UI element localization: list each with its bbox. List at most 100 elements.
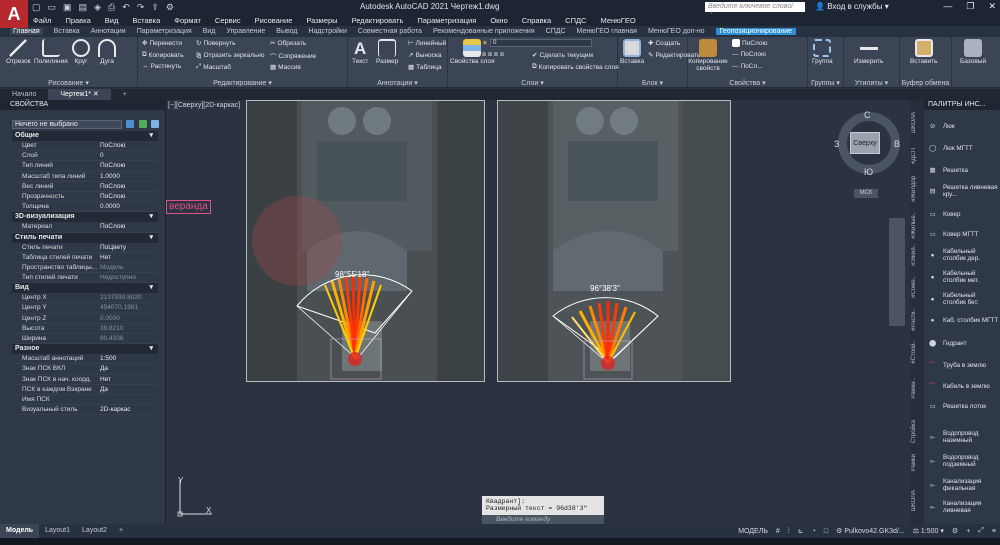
add-layout-button[interactable]: +: [113, 524, 129, 538]
close-icon[interactable]: ✕: [988, 1, 996, 12]
compass-east[interactable]: В: [894, 139, 900, 149]
tab-view[interactable]: Вид: [203, 28, 216, 35]
property-value[interactable]: Да: [100, 385, 158, 394]
menu-item[interactable]: Редактировать: [352, 16, 404, 25]
insert-block-button[interactable]: Вставка: [620, 39, 644, 65]
palette-tool-item[interactable]: ⟜ Водопровод подземный: [926, 454, 1000, 468]
tab-output[interactable]: Вывод: [276, 28, 297, 35]
aerial-photo-right[interactable]: 96°38'3": [497, 100, 731, 382]
compass-south[interactable]: Ю: [864, 167, 873, 177]
property-value[interactable]: 2D-каркас: [100, 405, 158, 414]
vtab-item[interactable]: ШКОЛА: [911, 490, 923, 511]
rotate-button[interactable]: ↻ Повернуть: [196, 39, 236, 48]
menu-item[interactable]: Вид: [105, 16, 119, 25]
autocad-logo[interactable]: A: [0, 0, 28, 28]
collapse-icon[interactable]: ▾: [149, 283, 153, 293]
measure-button[interactable]: Измерить: [854, 39, 883, 65]
palette-tool-item[interactable]: ⊘ Люк: [926, 120, 955, 133]
menu-icon[interactable]: ≡: [992, 528, 996, 535]
tab-menugeo-extra[interactable]: МенюГЕО доп-но: [648, 28, 705, 35]
share-icon[interactable]: ⇪: [151, 2, 159, 13]
save-as-icon[interactable]: ▤: [79, 2, 88, 13]
quick-select-icon[interactable]: [126, 120, 134, 128]
tab-menugeo-main[interactable]: МенюГЕО главная: [577, 28, 637, 35]
annotation-scale[interactable]: ⚖ 1:500 ▾: [913, 527, 944, 535]
palette-tool-item[interactable]: ▤ Решетка ливневая кру...: [926, 184, 1000, 198]
grid-icon[interactable]: #: [776, 528, 780, 535]
open-icon[interactable]: ▭: [48, 2, 57, 13]
property-row[interactable]: Тип линий ПоСлою: [12, 161, 158, 172]
property-row[interactable]: Визуальный стиль 2D-каркас: [12, 405, 158, 416]
property-section-header[interactable]: Стиль печати ▾: [12, 232, 158, 243]
selection-dropdown[interactable]: Ничего не выбрано: [12, 120, 122, 129]
fillet-button[interactable]: ⌒ Сопряжение: [270, 51, 316, 62]
pickadd-icon[interactable]: [151, 120, 159, 128]
menu-item[interactable]: Размеры: [306, 16, 337, 25]
close-tab-icon[interactable]: ✕: [93, 91, 99, 98]
veranda-label[interactable]: веранда: [166, 200, 211, 214]
palette-tool-item[interactable]: ⟜ Канализация ливневая: [926, 500, 1000, 514]
property-row[interactable]: Ширина 90.4336: [12, 334, 158, 345]
array-button[interactable]: ▦ Массив: [270, 63, 301, 72]
vtab-item[interactable]: #Эжил..: [911, 244, 923, 266]
menu-item[interactable]: Справка: [522, 16, 551, 25]
property-row[interactable]: Знак ПСК ВКЛ Да: [12, 364, 158, 375]
arc-button[interactable]: Дуга: [98, 39, 116, 65]
property-value[interactable]: ПоСлою: [100, 222, 158, 231]
layer-dropdown[interactable]: ☀ 0: [482, 39, 592, 47]
tab-home[interactable]: Главная: [10, 28, 43, 35]
vtab-item[interactable]: #ДСП: [911, 148, 923, 164]
maximize-icon[interactable]: ❐: [966, 1, 974, 12]
property-row[interactable]: Слой 0: [12, 151, 158, 162]
property-row[interactable]: Имя ПСК: [12, 395, 158, 406]
tab-layout2[interactable]: Layout2: [76, 524, 113, 538]
property-row[interactable]: Стиль печати ПоЦвету: [12, 243, 158, 253]
property-value[interactable]: ПоЦвету: [100, 243, 158, 252]
viewcube[interactable]: Сверху: [850, 132, 880, 154]
palette-tool-item[interactable]: ▭ Решетка лоток: [926, 400, 986, 413]
create-block-button[interactable]: ✚ Создать: [648, 39, 680, 48]
property-row[interactable]: Масштаб типа линий 1.0000: [12, 172, 158, 182]
property-section-header[interactable]: Разное ▾: [12, 344, 158, 355]
vtab-item[interactable]: #Соме..: [911, 276, 923, 298]
stretch-button[interactable]: ⇔ Растянуть: [142, 63, 181, 70]
property-value[interactable]: 454070.1981: [100, 303, 158, 312]
property-value[interactable]: Нет: [100, 375, 158, 384]
collapse-icon[interactable]: ▾: [149, 344, 153, 354]
palette-tool-item[interactable]: ◯ Люк МГТТ: [926, 142, 973, 155]
text-button[interactable]: A Текст: [352, 39, 368, 65]
fullscreen-icon[interactable]: ⤢: [978, 527, 984, 535]
collapse-icon[interactable]: ▾: [149, 212, 153, 222]
linetype-dropdown[interactable]: — ПоСлою: [732, 51, 766, 58]
collapse-icon[interactable]: ▾: [149, 131, 153, 141]
mirror-button[interactable]: ⧎ Отразить зеркально: [196, 51, 265, 60]
property-value[interactable]: Нет: [100, 253, 158, 262]
linear-dim-button[interactable]: ⊢ Линейный: [408, 39, 446, 48]
vtab-item[interactable]: ШКОЛА: [911, 112, 923, 133]
command-input[interactable]: Введите команду: [482, 515, 604, 524]
select-objects-icon[interactable]: [139, 120, 147, 128]
vtab-item[interactable]: Рамки: [911, 454, 923, 471]
property-row[interactable]: Тип стилей печати Недоступно: [12, 273, 158, 284]
property-value[interactable]: ПоСлою: [100, 141, 158, 150]
palette-tool-item[interactable]: ⟜ Водопровод наземный: [926, 430, 1000, 444]
tab-annotate[interactable]: Аннотации: [91, 28, 126, 35]
copy-button[interactable]: ⧉ Копировать: [142, 51, 184, 59]
vtab-item[interactable]: #Расти..: [911, 308, 923, 331]
settings-icon[interactable]: ⚙: [952, 527, 958, 535]
property-value[interactable]: 2137930.8020: [100, 293, 158, 302]
palette-tool-item[interactable]: ⟜ Канализация фекальная: [926, 478, 1000, 492]
property-section-header[interactable]: 3D-визуализация ▾: [12, 212, 158, 223]
drawing-area[interactable]: [−][Сверху][2D-каркас] 98°55'18" веранда…: [166, 100, 910, 524]
circle-button[interactable]: Круг: [72, 39, 90, 65]
sign-in-link[interactable]: 👤 Вход в службы ▾: [815, 2, 889, 11]
property-row[interactable]: Таблица стилей печати Нет: [12, 253, 158, 263]
menu-item[interactable]: СПДС: [565, 16, 586, 25]
property-value[interactable]: Да: [100, 364, 158, 373]
tab-drawing1[interactable]: Чертеж1* ✕: [48, 89, 111, 100]
match-properties-button[interactable]: Копирование свойств: [688, 39, 728, 72]
tab-model[interactable]: Модель: [0, 524, 40, 538]
property-value[interactable]: ПоСлою: [100, 161, 158, 170]
property-row[interactable]: Знак ПСК в нач. коорд. Нет: [12, 375, 158, 385]
move-button[interactable]: ✥ Перенести: [142, 39, 182, 48]
